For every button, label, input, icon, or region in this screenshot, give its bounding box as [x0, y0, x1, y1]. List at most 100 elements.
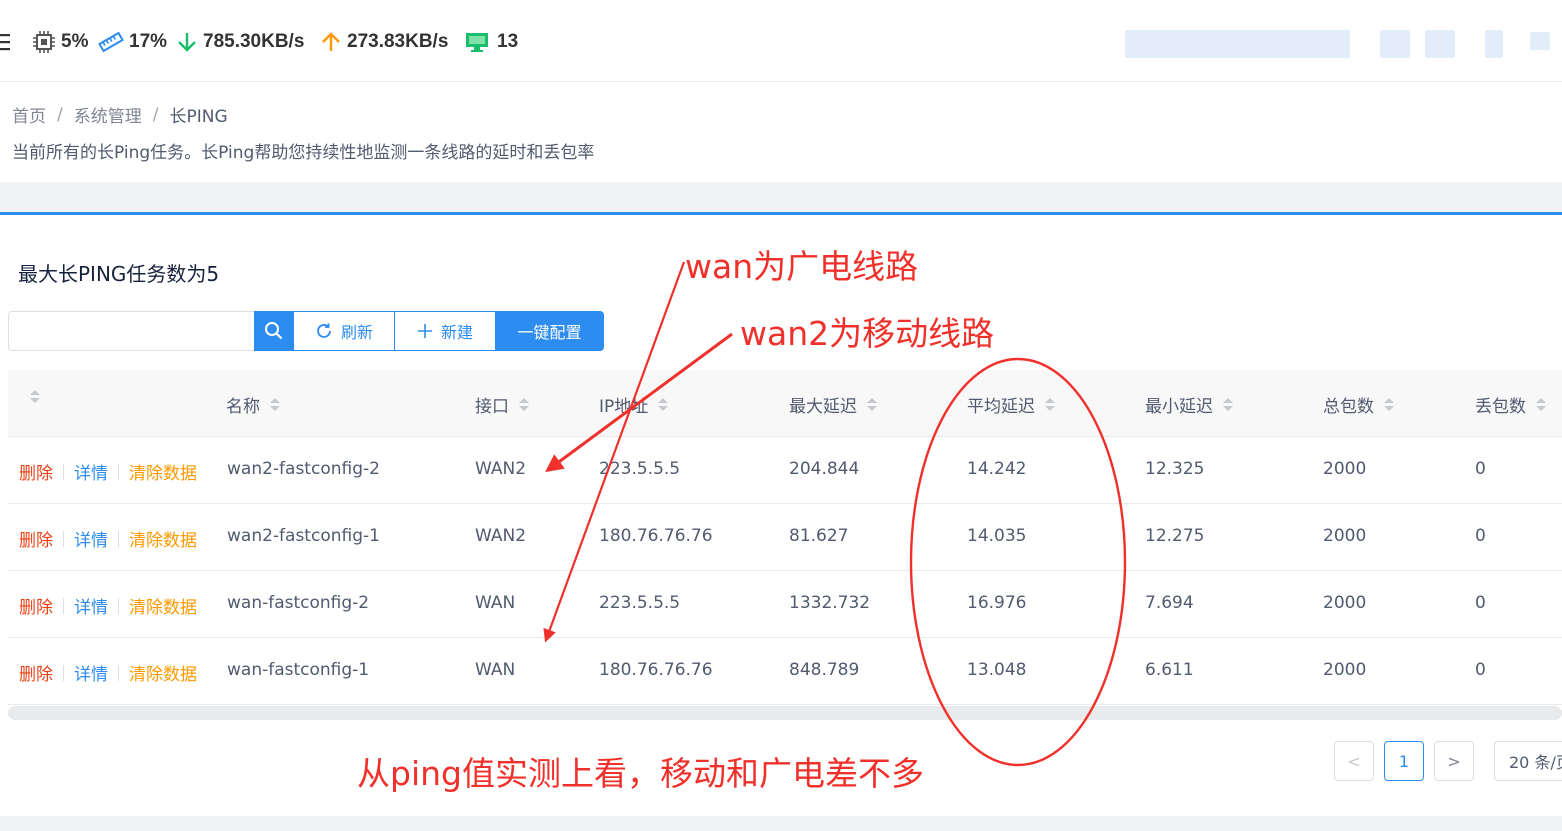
- sort-icon[interactable]: [867, 398, 877, 411]
- cell-lost: 0: [1475, 593, 1486, 613]
- sort-icon[interactable]: [30, 390, 40, 403]
- sort-icon[interactable]: [658, 398, 669, 411]
- cell-min: 7.694: [1145, 593, 1194, 613]
- col-interface[interactable]: 接口: [475, 392, 529, 417]
- sort-icon[interactable]: [1223, 398, 1233, 411]
- cell-min: 12.275: [1145, 526, 1205, 546]
- breadcrumb-system[interactable]: 系统管理: [74, 102, 142, 127]
- col-avg-latency[interactable]: 平均延迟: [967, 392, 1055, 417]
- col-name[interactable]: 名称: [226, 392, 280, 417]
- col-total-packets[interactable]: 总包数: [1323, 392, 1394, 417]
- monitor-icon: [466, 33, 488, 52]
- devices-stat: 13: [464, 28, 518, 56]
- detail-link[interactable]: 详情: [74, 459, 108, 484]
- cell-total: 2000: [1323, 526, 1367, 546]
- card-title: 最大长PING任务数为5: [18, 262, 220, 286]
- breadcrumb-home[interactable]: 首页: [12, 102, 46, 127]
- next-page-button[interactable]: >: [1434, 741, 1474, 781]
- detail-link[interactable]: 详情: [74, 660, 108, 685]
- arrow-down-icon: [178, 33, 196, 52]
- breadcrumb: 首页 / 系统管理 / 长PING: [12, 102, 228, 128]
- cell-min: 12.325: [1145, 459, 1205, 479]
- horizontal-scrollbar[interactable]: [8, 706, 1562, 720]
- cell-avg: 16.976: [967, 593, 1027, 613]
- refresh-icon: [317, 323, 331, 338]
- col-lost-packets[interactable]: 丢包数: [1475, 392, 1546, 417]
- sort-icon[interactable]: [1384, 398, 1394, 411]
- quick-config-label: 一键配置: [517, 323, 582, 342]
- breadcrumb-separator: /: [57, 104, 63, 125]
- cell-name: wan2-fastconfig-1: [227, 526, 380, 546]
- cell-max: 848.789: [789, 660, 860, 680]
- new-button[interactable]: 新建: [394, 311, 496, 351]
- cell-avg: 13.048: [967, 660, 1027, 680]
- detail-link[interactable]: 详情: [74, 526, 108, 551]
- search-input[interactable]: [8, 311, 255, 351]
- cell-ip: 223.5.5.5: [599, 459, 681, 479]
- sort-icon[interactable]: [519, 398, 529, 411]
- new-label: 新建: [440, 323, 473, 342]
- refresh-label: 刷新: [340, 323, 373, 342]
- refresh-button[interactable]: 刷新: [293, 311, 395, 351]
- footer-band: [0, 816, 1562, 831]
- clear-data-link[interactable]: 清除数据: [129, 526, 197, 551]
- sort-icon[interactable]: [270, 398, 280, 411]
- col-min-latency[interactable]: 最小延迟: [1145, 392, 1233, 417]
- breadcrumb-separator: /: [152, 104, 159, 125]
- cell-ip: 180.76.76.76: [599, 660, 713, 680]
- sort-icon[interactable]: [1045, 398, 1055, 411]
- page-size-select[interactable]: 20 条/页: [1494, 741, 1562, 781]
- table-row: 删除 详情 清除数据 wan2-fastconfig-1 WAN2 180.76…: [8, 504, 1562, 571]
- table-row: 删除 详情 清除数据 wan-fastconfig-2 WAN 223.5.5.…: [8, 571, 1562, 638]
- breadcrumb-current: 长PING: [169, 107, 228, 127]
- row-actions: 删除 详情 清除数据: [19, 526, 197, 551]
- search-icon: [265, 322, 283, 340]
- cell-lost: 0: [1475, 459, 1486, 479]
- page-description: 当前所有的长Ping任务。长Ping帮助您持续性地监测一条线路的延时和丢包率: [12, 143, 595, 163]
- wan2-annotation: wan2为移动线路: [740, 314, 995, 353]
- cell-max: 204.844: [789, 459, 860, 479]
- cell-lost: 0: [1475, 660, 1486, 680]
- col-ip[interactable]: IP地址: [599, 392, 669, 417]
- delete-link[interactable]: 删除: [19, 660, 53, 685]
- cell-interface: WAN: [475, 593, 516, 613]
- cell-name: wan-fastconfig-1: [227, 660, 370, 680]
- clear-data-link[interactable]: 清除数据: [129, 459, 197, 484]
- cell-lost: 0: [1475, 526, 1486, 546]
- clear-data-link[interactable]: 清除数据: [129, 593, 197, 618]
- table-row: 删除 详情 清除数据 wan2-fastconfig-2 WAN2 223.5.…: [8, 437, 1562, 504]
- row-actions: 删除 详情 清除数据: [19, 459, 197, 484]
- upload-stat: 273.83KB/s: [320, 28, 448, 56]
- cpu-stat: 5%: [32, 28, 88, 56]
- cell-name: wan2-fastconfig-2: [227, 459, 380, 479]
- cell-max: 1332.732: [789, 593, 871, 613]
- cell-avg: 14.242: [967, 459, 1027, 479]
- quick-config-button[interactable]: 一键配置: [495, 311, 604, 351]
- cell-interface: WAN: [475, 660, 516, 680]
- sort-actions-column[interactable]: [30, 390, 40, 403]
- cell-max: 81.627: [789, 526, 849, 546]
- sort-icon[interactable]: [1536, 398, 1546, 411]
- cell-interface: WAN2: [475, 526, 527, 546]
- download-value: 785.30KB/s: [203, 31, 305, 52]
- cell-ip: 223.5.5.5: [599, 593, 681, 613]
- delete-link[interactable]: 删除: [19, 526, 53, 551]
- wan-annotation: wan为广电线路: [685, 247, 919, 286]
- top-bar: 5% 17% 785.30KB/s 273.83KB/s 13: [0, 0, 1562, 82]
- table-row: 删除 详情 清除数据 wan-fastconfig-1 WAN 180.76.7…: [8, 638, 1562, 705]
- cell-min: 6.611: [1145, 660, 1194, 680]
- search-button[interactable]: [254, 311, 294, 351]
- cell-ip: 180.76.76.76: [599, 526, 713, 546]
- delete-link[interactable]: 删除: [19, 593, 53, 618]
- delete-link[interactable]: 删除: [19, 459, 53, 484]
- col-max-latency[interactable]: 最大延迟: [789, 392, 877, 417]
- menu-icon[interactable]: [0, 32, 12, 52]
- conclusion-annotation: 从ping值实测上看，移动和广电差不多: [357, 754, 924, 793]
- card-top-border: [0, 212, 1562, 215]
- detail-link[interactable]: 详情: [74, 593, 108, 618]
- page-1-button[interactable]: 1: [1384, 741, 1424, 781]
- cell-name: wan-fastconfig-2: [227, 593, 370, 613]
- clear-data-link[interactable]: 清除数据: [129, 660, 197, 685]
- prev-page-button[interactable]: <: [1334, 741, 1374, 781]
- memory-value: 17%: [129, 31, 168, 52]
